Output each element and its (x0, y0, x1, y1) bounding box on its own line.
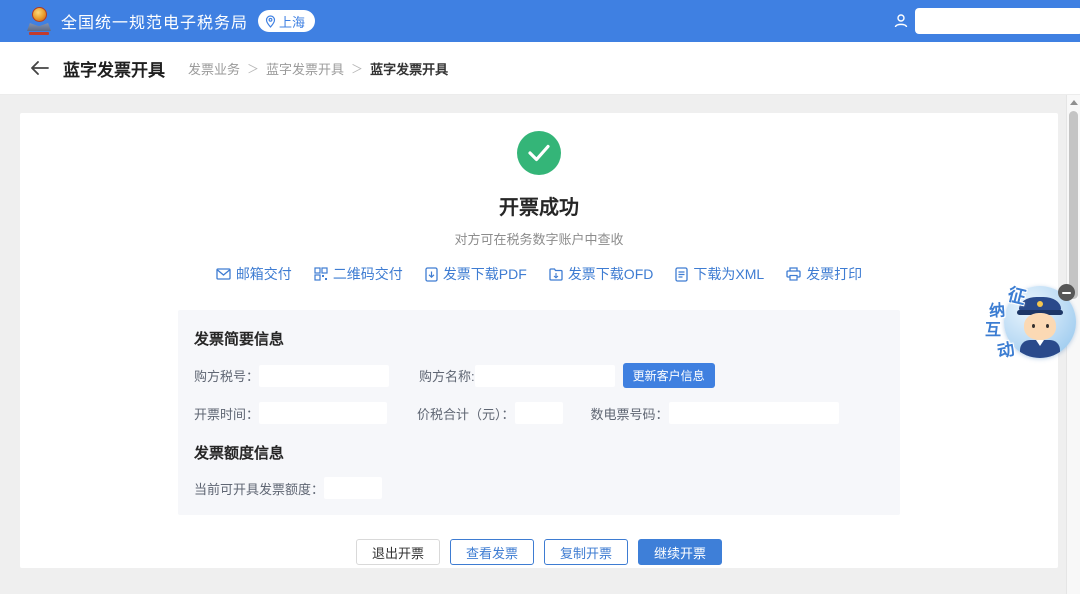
current-quota-value (324, 477, 383, 499)
footer-buttons: 退出开票 查看发票 复制开票 继续开票 (351, 539, 727, 565)
tax-bureau-logo-icon (26, 7, 52, 39)
buyer-name-value (474, 364, 615, 387)
total-with-tax-label: 价税合计（元）： (417, 406, 515, 422)
qrcode-icon (314, 267, 328, 281)
back-button[interactable] (30, 61, 49, 75)
action-email-delivery[interactable]: 邮箱交付 (216, 264, 292, 284)
buyer-tax-no-label: 购方税号： (194, 369, 260, 384)
breadcrumb: 发票业务 ＞ 蓝字发票开具 ＞ 蓝字发票开具 (185, 59, 451, 78)
action-label: 二维码交付 (332, 266, 403, 282)
user-info-box[interactable] (915, 8, 1080, 34)
view-invoice-button[interactable]: 查看发票 (449, 539, 534, 565)
action-download-pdf[interactable]: 发票下载PDF (425, 264, 527, 284)
action-qrcode-delivery[interactable]: 二维码交付 (314, 264, 403, 284)
issue-time-value (259, 402, 388, 424)
back-arrow-icon (31, 61, 49, 75)
invoice-summary-row-1: 购方税号： 购方名称: 更新客户信息 (194, 363, 884, 388)
action-download-ofd[interactable]: 发票下载OFD (549, 264, 654, 284)
quota-row: 当前可开具发票额度： (194, 477, 884, 499)
breadcrumb-item-invoice-business[interactable]: 发票业务 (188, 59, 240, 78)
breadcrumb-bar: 蓝字发票开具 发票业务 ＞ 蓝字发票开具 ＞ 蓝字发票开具 (0, 42, 1080, 95)
exit-invoicing-button[interactable]: 退出开票 (355, 539, 440, 565)
scrollbar-up-arrow[interactable] (1070, 100, 1078, 105)
digital-invoice-no-label: 数电票号码： (590, 406, 669, 422)
location-badge[interactable]: 上海 (258, 10, 316, 32)
action-label: 下载为XML (693, 266, 765, 282)
main-content: 开票成功 对方可在税务数字账户中查收 邮箱交付 二维码交付 发票下载PDF 发票… (0, 95, 1066, 594)
invoice-summary-row-2: 开票时间： 价税合计（元）： 数电票号码： (194, 402, 884, 424)
location-label: 上海 (279, 14, 306, 30)
breadcrumb-separator: ＞ (247, 61, 260, 76)
update-customer-button[interactable]: 更新客户信息 (622, 363, 715, 388)
invoice-summary-section-title: 发票简要信息 (194, 331, 285, 348)
invoice-info-panel: 发票简要信息 购方税号： 购方名称: 更新客户信息 开票时间： 价税合计（元）：… (178, 310, 900, 515)
buyer-name-label: 购方名称: (419, 369, 475, 384)
quota-section-title: 发票额度信息 (194, 445, 285, 462)
total-with-tax-value (514, 402, 563, 424)
success-icon (517, 131, 561, 175)
minus-icon (1062, 291, 1071, 294)
mail-icon (216, 268, 231, 280)
action-label: 邮箱交付 (235, 266, 292, 282)
file-pdf-icon (425, 266, 438, 282)
printer-icon (786, 267, 801, 281)
buyer-tax-no-value (259, 364, 390, 387)
file-ofd-icon (549, 268, 563, 281)
current-quota-label: 当前可开具发票额度： (194, 481, 325, 497)
content-card: 开票成功 对方可在税务数字账户中查收 邮箱交付 二维码交付 发票下载PDF 发票… (20, 113, 1058, 568)
action-label: 发票下载OFD (567, 266, 654, 282)
success-subtitle: 对方可在税务数字账户中查收 (454, 232, 624, 247)
action-download-xml[interactable]: 下载为XML (675, 264, 764, 284)
issue-time-label: 开票时间： (194, 406, 260, 422)
continue-invoicing-button[interactable]: 继续开票 (638, 539, 723, 565)
breadcrumb-item-current: 蓝字发票开具 (370, 61, 449, 77)
scrollbar-thumb[interactable] (1069, 111, 1078, 299)
user-icon (894, 14, 908, 28)
success-title: 开票成功 (499, 197, 579, 219)
breadcrumb-item-blue-invoice[interactable]: 蓝字发票开具 (266, 59, 344, 78)
copy-invoice-button[interactable]: 复制开票 (544, 539, 629, 565)
file-xml-icon (675, 266, 689, 282)
action-print-invoice[interactable]: 发票打印 (786, 264, 862, 284)
page-title: 蓝字发票开具 (63, 60, 165, 80)
action-label: 发票下载PDF (442, 266, 527, 282)
app-title: 全国统一规范电子税务局 (61, 15, 249, 32)
action-links: 邮箱交付 二维码交付 发票下载PDF 发票下载OFD 下载为XML 发票打印 (205, 264, 873, 284)
action-label: 发票打印 (806, 266, 863, 282)
digital-invoice-no-value (668, 402, 839, 424)
breadcrumb-separator: ＞ (351, 61, 364, 76)
app-header: 全国统一规范电子税务局 上海 (0, 0, 1080, 42)
location-pin-icon (265, 14, 276, 28)
collapse-widget-button[interactable] (1058, 284, 1075, 301)
